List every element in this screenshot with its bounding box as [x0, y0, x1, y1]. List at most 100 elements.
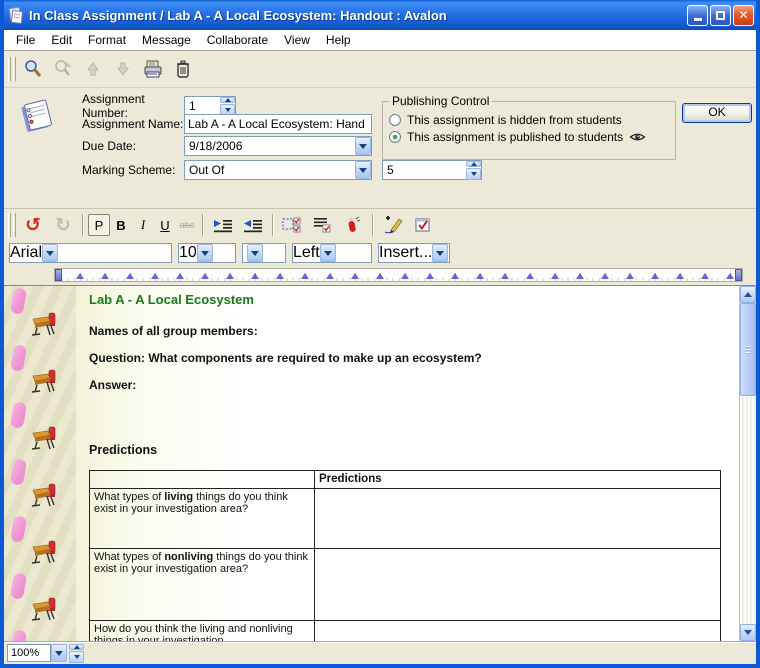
- red-marker-field-icon[interactable]: [340, 212, 366, 238]
- menu-item-help[interactable]: Help: [318, 31, 359, 49]
- radio-selected-icon[interactable]: [389, 131, 401, 143]
- answer-cell[interactable]: [315, 621, 721, 642]
- hidden-option-row[interactable]: This assignment is hidden from students: [389, 113, 669, 127]
- chevron-down-icon[interactable]: [42, 244, 58, 262]
- delete-trash-icon[interactable]: [170, 56, 196, 82]
- font-color-dropdown[interactable]: [242, 243, 286, 263]
- school-desk-icon: [30, 310, 58, 338]
- pink-chalk-shape: [10, 401, 27, 429]
- print-icon[interactable]: [140, 56, 166, 82]
- assignment-number-spinner[interactable]: 1: [184, 96, 236, 116]
- window-icon: [6, 6, 24, 24]
- underline-button[interactable]: U: [154, 214, 176, 236]
- stationery-border: [4, 286, 76, 641]
- menu-item-collaborate[interactable]: Collaborate: [199, 31, 276, 49]
- toolbar-grip[interactable]: [8, 213, 11, 237]
- toolbar-grip[interactable]: [13, 57, 16, 81]
- menu-item-file[interactable]: File: [8, 31, 43, 49]
- school-desk-icon: [30, 538, 58, 566]
- alignment-dropdown[interactable]: Left: [292, 243, 372, 263]
- add-signature-pen-icon[interactable]: [380, 212, 406, 238]
- menu-item-view[interactable]: View: [276, 31, 318, 49]
- checked-box-icon[interactable]: [410, 212, 436, 238]
- maximize-button[interactable]: [710, 5, 731, 26]
- insert-dropdown[interactable]: Insert...: [378, 243, 450, 263]
- format-toolbar: ↺ ↻ P B I U abc: [4, 208, 756, 241]
- preview-search-icon[interactable]: [20, 56, 46, 82]
- selection-checkbox-icon[interactable]: [280, 212, 306, 238]
- table-row: What types of nonliving things do you th…: [90, 549, 721, 621]
- chevron-down-icon[interactable]: [197, 244, 213, 262]
- font-size-dropdown[interactable]: 10: [178, 243, 236, 263]
- assignment-number-value: 1: [185, 99, 220, 113]
- due-date-dropdown[interactable]: 9/18/2006: [184, 136, 372, 156]
- spin-up-icon[interactable]: [466, 161, 481, 167]
- list-checkbox-icon[interactable]: [310, 212, 336, 238]
- ok-button[interactable]: OK: [682, 103, 752, 123]
- document-content[interactable]: Lab A - A Local Ecosystem Names of all g…: [76, 286, 739, 641]
- decrease-indent-icon[interactable]: [240, 212, 266, 238]
- chevron-down-icon[interactable]: [355, 137, 371, 155]
- scrollbar-thumb[interactable]: [740, 303, 756, 396]
- chevron-down-icon[interactable]: [432, 244, 448, 262]
- marking-scheme-row: Marking Scheme: Out Of 5: [82, 160, 482, 180]
- published-option-row[interactable]: This assignment is published to students: [389, 130, 669, 144]
- stationery-tile: [4, 286, 76, 343]
- spin-up-icon[interactable]: [220, 97, 235, 103]
- chevron-down-icon[interactable]: [51, 644, 67, 662]
- increase-indent-icon[interactable]: [210, 212, 236, 238]
- minimize-button[interactable]: [687, 5, 708, 26]
- toolbar-grip[interactable]: [13, 213, 16, 237]
- zoom-spin-up-icon[interactable]: [69, 644, 84, 650]
- scroll-up-icon[interactable]: [740, 286, 756, 303]
- predictions-table: Predictions What types of living things …: [89, 470, 721, 641]
- menu-item-message[interactable]: Message: [134, 31, 199, 49]
- publishing-control-legend: Publishing Control: [389, 94, 492, 108]
- answer-cell[interactable]: [315, 489, 721, 549]
- stationery-tile: [4, 400, 76, 457]
- vertical-scrollbar[interactable]: [739, 286, 756, 641]
- font-family-dropdown[interactable]: Arial: [9, 243, 172, 263]
- scrollbar-track[interactable]: [740, 396, 756, 624]
- document-editor[interactable]: Lab A - A Local Ecosystem Names of all g…: [4, 285, 756, 641]
- ruler-track: [54, 268, 743, 282]
- zoom-spin-down-icon[interactable]: [69, 651, 84, 663]
- school-desk-icon: [30, 595, 58, 623]
- paragraph-answer: Answer:: [89, 378, 739, 392]
- stationery-tile: [4, 628, 76, 641]
- left-margin-handle[interactable]: [55, 269, 62, 281]
- close-button[interactable]: ✕: [733, 5, 754, 26]
- italic-button[interactable]: I: [132, 214, 154, 236]
- spin-down-icon[interactable]: [466, 168, 481, 180]
- answer-cell[interactable]: [315, 549, 721, 621]
- menu-item-format[interactable]: Format: [80, 31, 134, 49]
- radio-unselected-icon[interactable]: [389, 114, 401, 126]
- assignment-name-input[interactable]: [184, 114, 372, 134]
- zoom-control[interactable]: 100%: [7, 644, 84, 662]
- assignment-form: Assignment Number: 1 Assignment Name: Du…: [4, 88, 756, 208]
- stationery-tile: [4, 514, 76, 571]
- publishing-control-group: Publishing Control This assignment is hi…: [382, 94, 676, 160]
- right-margin-handle[interactable]: [735, 269, 742, 281]
- chevron-down-icon[interactable]: [355, 161, 371, 179]
- scroll-down-icon[interactable]: [740, 624, 756, 641]
- chevron-down-icon[interactable]: [247, 244, 263, 262]
- undo-icon[interactable]: ↺: [20, 212, 46, 238]
- chevron-down-icon[interactable]: [320, 244, 336, 262]
- question-cell: How do you think the living and nonlivin…: [90, 621, 315, 642]
- marking-out-of-spinner[interactable]: 5: [382, 160, 482, 180]
- paragraph-style-button[interactable]: P: [88, 214, 110, 236]
- insert-value: Insert...: [379, 244, 432, 262]
- hidden-option-label: This assignment is hidden from students: [407, 113, 622, 127]
- school-desk-icon: [30, 424, 58, 452]
- toolbar-separator: [202, 214, 204, 236]
- stationery-tile: [4, 457, 76, 514]
- find-replace-icon-disabled: [50, 56, 76, 82]
- title-bar[interactable]: In Class Assignment / Lab A - A Local Ec…: [0, 0, 760, 30]
- marking-scheme-dropdown[interactable]: Out Of: [184, 160, 372, 180]
- font-toolbar: Arial 10 Left Insert...: [4, 241, 756, 265]
- menu-item-edit[interactable]: Edit: [43, 31, 80, 49]
- question-bold-word: living: [164, 491, 193, 503]
- toolbar-grip[interactable]: [8, 57, 11, 81]
- bold-button[interactable]: B: [110, 214, 132, 236]
